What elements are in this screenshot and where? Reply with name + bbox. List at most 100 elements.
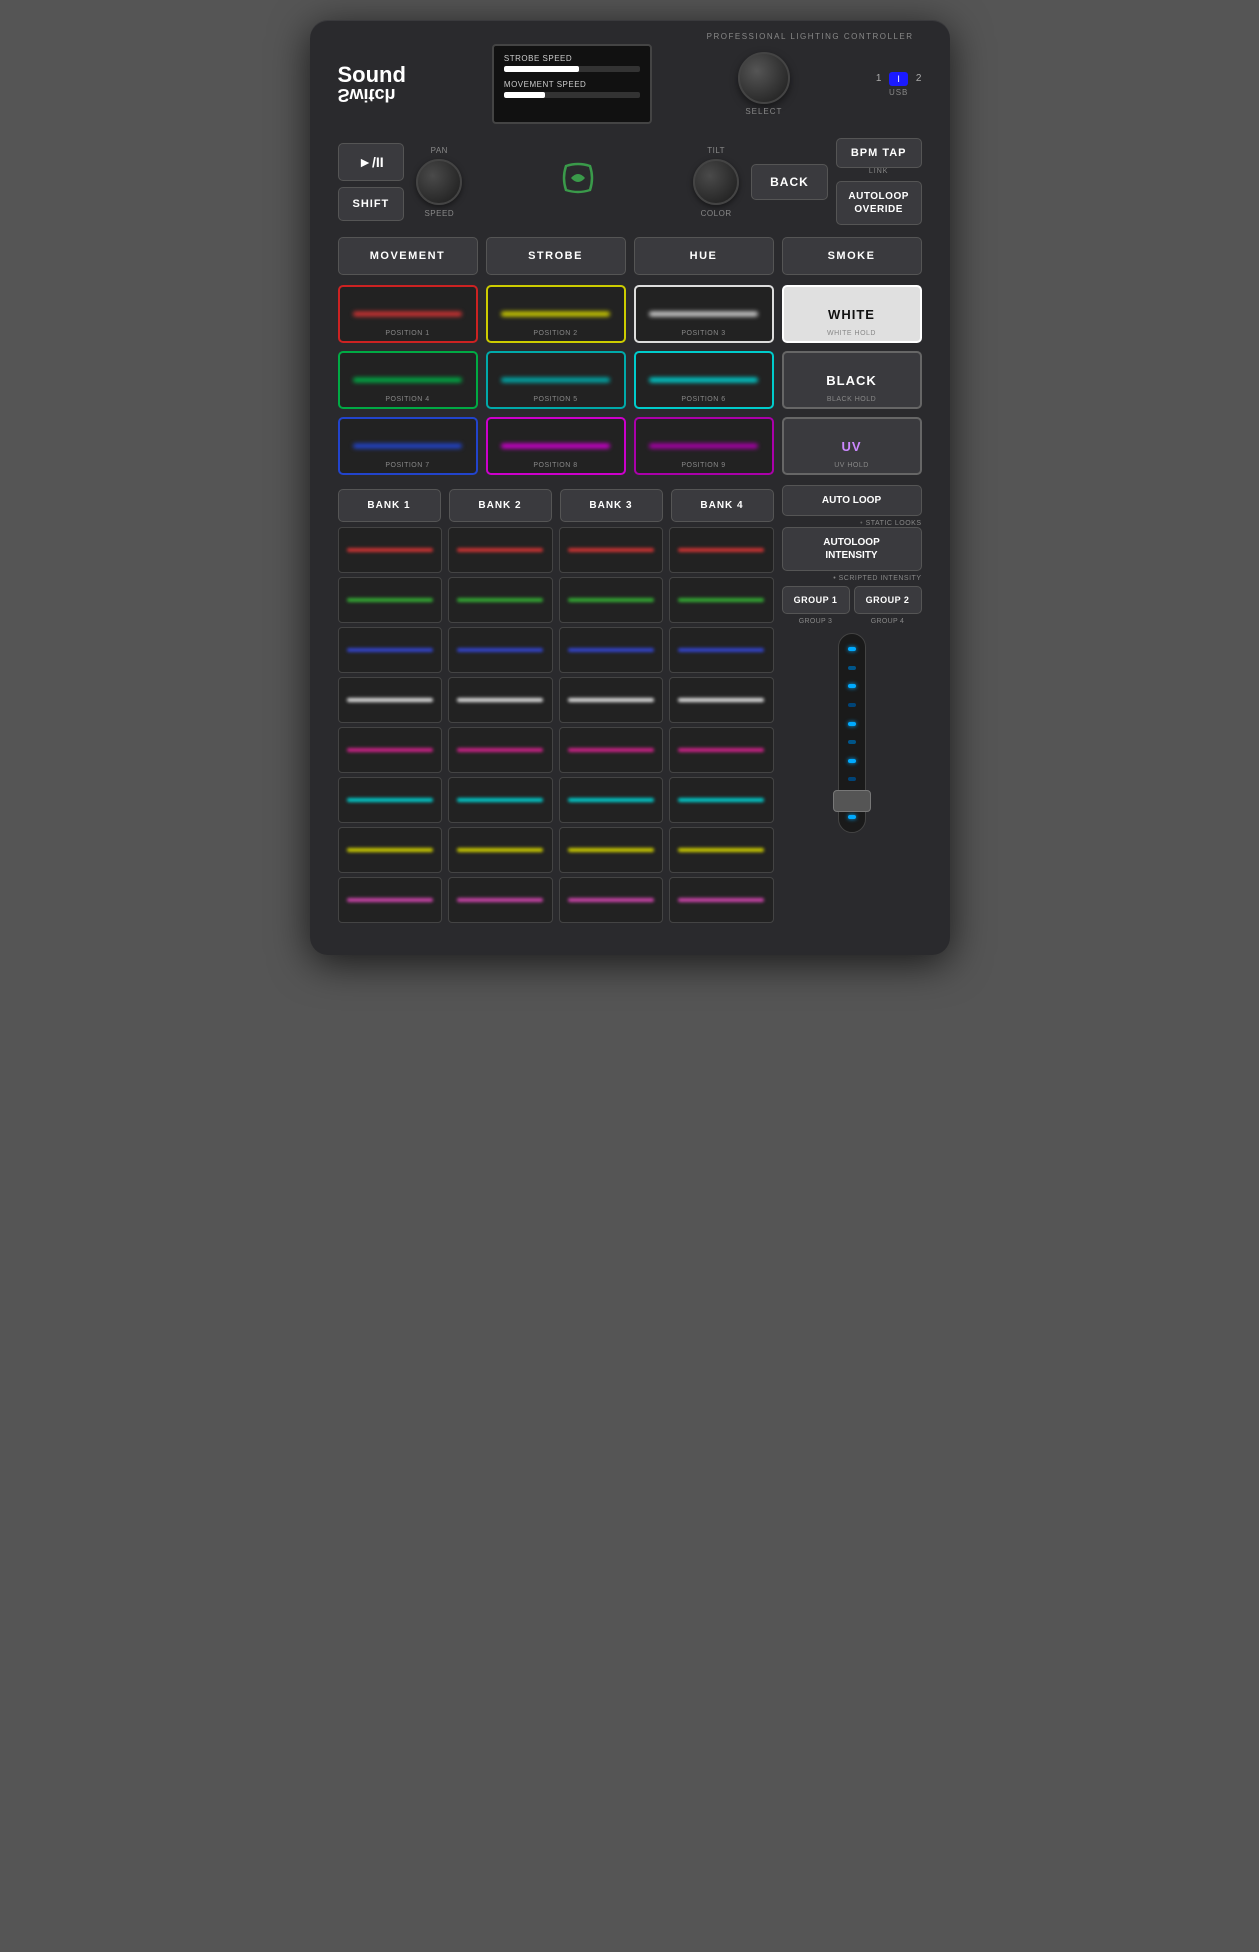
strobe-bar bbox=[504, 66, 640, 72]
mini-pad-r6-4[interactable] bbox=[669, 777, 774, 823]
bpm-tap-area: BPM TAP LINK bbox=[836, 138, 922, 175]
mini-pad-r5-2[interactable] bbox=[448, 727, 553, 773]
display-screen: STROBE SPEED MOVEMENT SPEED bbox=[492, 44, 652, 124]
fader-handle[interactable] bbox=[833, 790, 871, 812]
pad-row-magenta bbox=[338, 727, 774, 773]
logo-flip: Switch bbox=[338, 86, 406, 104]
smoke-button[interactable]: SMOKE bbox=[782, 237, 922, 275]
mini-pad-r8-4[interactable] bbox=[669, 877, 774, 923]
mini-pad-r6-3[interactable] bbox=[559, 777, 664, 823]
position-6-pad[interactable]: POSITION 6 bbox=[634, 351, 774, 409]
right-special-pads: WHITE WHITE HOLD BLACK BLACK HOLD UV UV … bbox=[782, 285, 922, 475]
position-3-pad[interactable]: POSITION 3 bbox=[634, 285, 774, 343]
white-label: WHITE bbox=[828, 307, 875, 322]
mini-pad-r2-1[interactable] bbox=[338, 577, 443, 623]
fader-led-4 bbox=[848, 703, 856, 707]
tilt-label: TILT bbox=[707, 146, 725, 155]
static-looks-label: STATIC LOOKS bbox=[782, 520, 922, 527]
select-label: SELECT bbox=[745, 107, 782, 116]
strobe-button[interactable]: STROBE bbox=[486, 237, 626, 275]
right-panel: AUTOLOOPINTENSITY SCRIPTED INTENSITY GRO… bbox=[782, 527, 922, 923]
mini-pad-r8-1[interactable] bbox=[338, 877, 443, 923]
tilt-knob[interactable] bbox=[693, 159, 739, 205]
pad-row-blue bbox=[338, 627, 774, 673]
position-8-label: POSITION 8 bbox=[488, 462, 624, 469]
position-1-pad[interactable]: POSITION 1 bbox=[338, 285, 478, 343]
mini-pad-r7-4[interactable] bbox=[669, 827, 774, 873]
shift-button[interactable]: SHIFT bbox=[338, 187, 405, 221]
group-4-label: GROUP 4 bbox=[854, 618, 922, 625]
white-pad[interactable]: WHITE WHITE HOLD bbox=[782, 285, 922, 343]
position-7-pad[interactable]: POSITION 7 bbox=[338, 417, 478, 475]
scripted-intensity-label: SCRIPTED INTENSITY bbox=[782, 575, 922, 582]
left-controls: ►/II SHIFT bbox=[338, 143, 405, 221]
mini-pad-r5-4[interactable] bbox=[669, 727, 774, 773]
position-9-pad[interactable]: POSITION 9 bbox=[634, 417, 774, 475]
position-8-pad[interactable]: POSITION 8 bbox=[486, 417, 626, 475]
usb-switch[interactable]: I bbox=[889, 72, 908, 86]
mini-pad-r4-1[interactable] bbox=[338, 677, 443, 723]
bank-1-button[interactable]: BANK 1 bbox=[338, 489, 441, 522]
pad-rows-section: AUTOLOOPINTENSITY SCRIPTED INTENSITY GRO… bbox=[338, 527, 922, 923]
mini-pad-r3-4[interactable] bbox=[669, 627, 774, 673]
mini-pad-r2-4[interactable] bbox=[669, 577, 774, 623]
bank-2-button[interactable]: BANK 2 bbox=[449, 489, 552, 522]
hue-button[interactable]: HUE bbox=[634, 237, 774, 275]
mini-pad-r1-2[interactable] bbox=[448, 527, 553, 573]
mini-pad-r6-1[interactable] bbox=[338, 777, 443, 823]
mini-pad-r4-3[interactable] bbox=[559, 677, 664, 723]
mini-pad-r6-2[interactable] bbox=[448, 777, 553, 823]
pad-row-pink-purple bbox=[338, 877, 774, 923]
bank-buttons: BANK 1 BANK 2 BANK 3 BANK 4 bbox=[338, 489, 774, 522]
movement-fill bbox=[504, 92, 545, 98]
position-3-label: POSITION 3 bbox=[636, 330, 772, 337]
position-6-label: POSITION 6 bbox=[636, 396, 772, 403]
mini-pad-r1-1[interactable] bbox=[338, 527, 443, 573]
mini-pad-r3-2[interactable] bbox=[448, 627, 553, 673]
autoloop-intensity-button[interactable]: AUTOLOOPINTENSITY bbox=[782, 527, 922, 571]
black-hold-label: BLACK HOLD bbox=[784, 396, 920, 403]
mini-pad-r1-4[interactable] bbox=[669, 527, 774, 573]
bank-4-button[interactable]: BANK 4 bbox=[671, 489, 774, 522]
position-5-pad[interactable]: POSITION 5 bbox=[486, 351, 626, 409]
bank-section-row: BANK 1 BANK 2 BANK 3 BANK 4 AUTO LOOP ST… bbox=[338, 485, 922, 527]
autoloop-override-button[interactable]: AUTOLOOPOVERIDE bbox=[836, 181, 922, 225]
mini-pad-r7-1[interactable] bbox=[338, 827, 443, 873]
position-2-pad[interactable]: POSITION 2 bbox=[486, 285, 626, 343]
pad-row-red bbox=[338, 527, 774, 573]
select-knob[interactable] bbox=[738, 52, 790, 104]
mini-pad-r4-2[interactable] bbox=[448, 677, 553, 723]
auto-loop-button[interactable]: AUTO LOOP bbox=[782, 485, 922, 516]
group-2-button[interactable]: GROUP 2 bbox=[854, 586, 922, 614]
mini-pad-r3-1[interactable] bbox=[338, 627, 443, 673]
fader-led-2 bbox=[848, 666, 856, 670]
movement-label: MOVEMENT SPEED bbox=[504, 80, 640, 89]
mini-pad-r4-4[interactable] bbox=[669, 677, 774, 723]
position-4-pad[interactable]: POSITION 4 bbox=[338, 351, 478, 409]
mini-pad-r2-3[interactable] bbox=[559, 577, 664, 623]
black-pad[interactable]: BLACK BLACK HOLD bbox=[782, 351, 922, 409]
back-button[interactable]: BACK bbox=[751, 164, 828, 200]
black-label: BLACK bbox=[826, 373, 877, 388]
bpm-tap-button[interactable]: BPM TAP bbox=[836, 138, 922, 168]
mini-pad-r8-3[interactable] bbox=[559, 877, 664, 923]
group-3-label: GROUP 3 bbox=[782, 618, 850, 625]
mini-pad-r3-3[interactable] bbox=[559, 627, 664, 673]
usb-num2: 2 bbox=[916, 73, 922, 84]
strobe-label: STROBE SPEED bbox=[504, 54, 640, 63]
fader-led-1 bbox=[848, 647, 856, 651]
mini-pad-r1-3[interactable] bbox=[559, 527, 664, 573]
movement-button[interactable]: MOVEMENT bbox=[338, 237, 478, 275]
play-pause-button[interactable]: ►/II bbox=[338, 143, 405, 181]
pan-knob[interactable] bbox=[416, 159, 462, 205]
usb-area: 1 I 2 USB bbox=[876, 72, 922, 97]
mini-pad-r5-1[interactable] bbox=[338, 727, 443, 773]
uv-pad[interactable]: UV UV HOLD bbox=[782, 417, 922, 475]
mini-pad-r7-3[interactable] bbox=[559, 827, 664, 873]
mini-pad-r2-2[interactable] bbox=[448, 577, 553, 623]
mini-pad-r8-2[interactable] bbox=[448, 877, 553, 923]
group-1-button[interactable]: GROUP 1 bbox=[782, 586, 850, 614]
bank-3-button[interactable]: BANK 3 bbox=[560, 489, 663, 522]
mini-pad-r7-2[interactable] bbox=[448, 827, 553, 873]
mini-pad-r5-3[interactable] bbox=[559, 727, 664, 773]
